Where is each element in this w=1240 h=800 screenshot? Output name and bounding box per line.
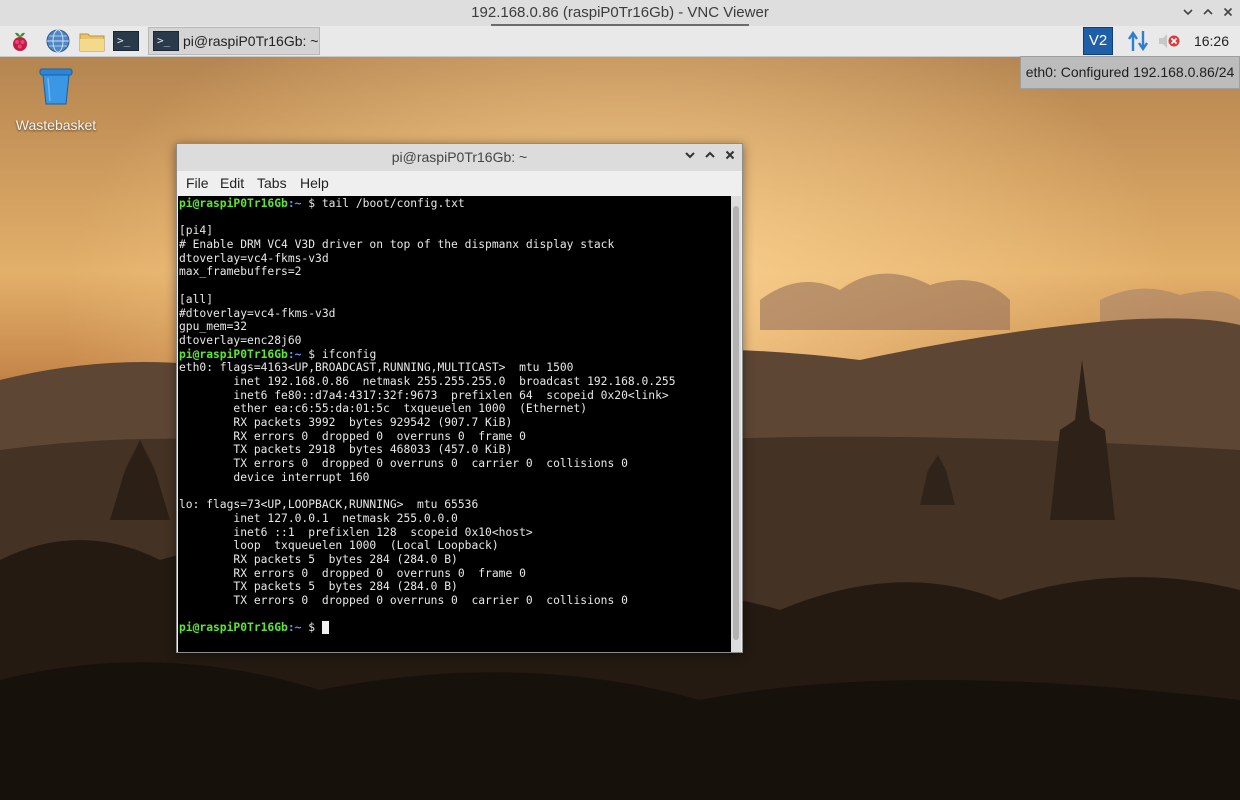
- chevron-down-icon: [1183, 9, 1193, 16]
- terminal-output-line: RX packets 3992 bytes 929542 (907.7 KiB): [179, 416, 513, 429]
- terminal-output-line: loop txqueuelen 1000 (Local Loopback): [179, 539, 499, 553]
- vnc-window-title: 192.168.0.86 (raspiP0Tr16Gb) - VNC Viewe…: [471, 4, 769, 21]
- prompt-user: pi@raspiP0Tr16Gb: [179, 621, 288, 635]
- terminal-maximize-button[interactable]: [701, 148, 719, 166]
- terminal-output-line: eth0: flags=4163<UP,BROADCAST,RUNNING,MU…: [179, 361, 574, 375]
- terminal-scrollbar-thumb[interactable]: [733, 206, 739, 640]
- command-text: tail /boot/config.txt: [321, 197, 465, 210]
- ifconfig-output: eth0: flags=4163<UP,BROADCAST,RUNNING,MU…: [179, 361, 676, 607]
- wastebasket-icon: [39, 68, 73, 105]
- terminal-close-button[interactable]: [721, 148, 739, 166]
- terminal-output-line: gpu_mem=32: [179, 320, 248, 334]
- chevron-down-icon: [685, 152, 695, 159]
- terminal-output-line: # Enable DRM VC4 V3D driver on top of th…: [179, 238, 615, 252]
- speaker-muted-icon: [1159, 34, 1180, 48]
- vnc-close-button[interactable]: [1218, 3, 1238, 23]
- terminal-output-line: device interrupt 160: [179, 470, 370, 484]
- vnc-maximize-button[interactable]: [1198, 3, 1218, 23]
- terminal-icon: >_: [113, 31, 139, 51]
- taskbar: >_ >_ pi@raspiP0Tr16Gb: ~ V2 16:26: [0, 26, 1240, 57]
- taskbar-task-terminal[interactable]: >_ pi@raspiP0Tr16Gb: ~: [148, 27, 320, 55]
- network-tray-button[interactable]: [1124, 28, 1152, 54]
- text-cursor: [321, 621, 329, 635]
- menu-edit[interactable]: Edit: [220, 171, 244, 196]
- terminal-launcher-button[interactable]: >_: [112, 28, 140, 54]
- file-manager-button[interactable]: [78, 28, 106, 54]
- prompt-path: :~: [287, 197, 302, 210]
- prompt-symbol: $: [301, 621, 322, 635]
- bluetooth-tray-button[interactable]: [1156, 28, 1184, 54]
- terminal-output-line: #dtoverlay=vc4-fkms-v3d: [179, 306, 336, 320]
- terminal-output-line: RX errors 0 dropped 0 overruns 0 frame 0: [179, 566, 526, 580]
- terminal-output-line: lo: flags=73<UP,LOOPBACK,RUNNING> mtu 65…: [179, 498, 479, 512]
- terminal-output-line: ether ea:c6:55:da:01:5c txqueuelen 1000 …: [179, 402, 588, 416]
- terminal-output[interactable]: pi@raspiP0Tr16Gb:~ $ tail /boot/config.t…: [178, 196, 731, 652]
- terminal-output-line: TX packets 2918 bytes 468033 (457.0 KiB): [179, 443, 513, 457]
- terminal-line-prompt: pi@raspiP0Tr16Gb:~ $: [179, 621, 329, 635]
- terminal-icon: >_: [153, 31, 179, 51]
- terminal-line-cmd2: pi@raspiP0Tr16Gb:~ $ ifconfig: [179, 348, 376, 361]
- taskbar-task-label: pi@raspiP0Tr16Gb: ~: [183, 33, 319, 49]
- terminal-output-line: dtoverlay=vc4-fkms-v3d: [179, 251, 329, 265]
- terminal-output-line: RX errors 0 dropped 0 overruns 0 frame 0: [179, 429, 526, 443]
- prompt-user: pi@raspiP0Tr16Gb: [179, 197, 288, 210]
- terminal-output-line: max_framebuffers=2: [179, 265, 302, 279]
- terminal-output-line: [all]: [179, 292, 214, 306]
- desktop-icon-wastebasket[interactable]: Wastebasket: [10, 66, 102, 133]
- network-notification[interactable]: eth0: Configured 192.168.0.86/24: [1020, 56, 1240, 89]
- terminal-scrollbar[interactable]: [731, 196, 741, 652]
- terminal-line-cmd1: pi@raspiP0Tr16Gb:~ $ tail /boot/config.t…: [179, 197, 465, 210]
- terminal-output-line: inet 127.0.0.1 netmask 255.0.0.0: [179, 511, 458, 525]
- command-text: ifconfig: [321, 347, 377, 361]
- chevron-up-icon: [705, 151, 715, 158]
- terminal-output-line: inet6 fe80::d7a4:4317:32f:9673 prefixlen…: [179, 388, 669, 402]
- web-browser-button[interactable]: [44, 28, 72, 54]
- terminal-output-line: TX errors 0 dropped 0 overruns 0 carrier…: [179, 593, 628, 607]
- terminal-output-line: inet 192.168.0.86 netmask 255.255.255.0 …: [179, 374, 676, 388]
- folder-icon: [79, 33, 105, 52]
- terminal-menubar: File Edit Tabs Help: [177, 171, 742, 196]
- vnc-tray-label: V2: [1088, 32, 1108, 49]
- network-notification-text: eth0: Configured 192.168.0.86/24: [1025, 64, 1235, 80]
- prompt-symbol: $: [301, 197, 322, 210]
- menu-file[interactable]: File: [186, 171, 209, 196]
- chevron-up-icon: [1203, 8, 1213, 15]
- vnc-server-tray-icon[interactable]: V2: [1083, 27, 1113, 55]
- prompt-symbol: $: [301, 347, 322, 361]
- wastebasket-label: Wastebasket: [15, 117, 97, 133]
- globe-icon: [46, 29, 70, 53]
- clock[interactable]: 16:26: [1194, 26, 1229, 56]
- terminal-output-line: RX packets 5 bytes 284 (284.0 B): [179, 552, 458, 566]
- terminal-output-line: dtoverlay=enc28j60: [179, 333, 302, 347]
- vnc-viewer-titlebar[interactable]: 192.168.0.86 (raspiP0Tr16Gb) - VNC Viewe…: [0, 0, 1240, 27]
- raspberry-menu-icon: [13, 32, 27, 51]
- prompt-path: :~: [287, 621, 302, 635]
- terminal-output-line: TX packets 5 bytes 284 (284.0 B): [179, 580, 458, 594]
- terminal-window-title: pi@raspiP0Tr16Gb: ~: [391, 149, 528, 165]
- prompt-path: :~: [287, 347, 302, 361]
- terminal-output-line: inet6 ::1 prefixlen 128 scopeid 0x10<hos…: [179, 525, 533, 539]
- raspberry-menu-button[interactable]: [6, 28, 34, 54]
- close-icon: [725, 150, 735, 160]
- terminal-output-line: TX errors 0 dropped 0 overruns 0 carrier…: [179, 457, 628, 471]
- vnc-minimize-button[interactable]: [1178, 3, 1198, 23]
- network-transfer-icon: [1128, 30, 1148, 52]
- terminal-minimize-button[interactable]: [681, 148, 699, 166]
- terminal-output-line: [pi4]: [179, 224, 214, 238]
- menu-tabs[interactable]: Tabs: [257, 171, 287, 196]
- config-output: [pi4] # Enable DRM VC4 V3D driver on top…: [179, 224, 614, 347]
- terminal-window[interactable]: pi@raspiP0Tr16Gb: ~ File Edit Tabs Help …: [176, 143, 743, 653]
- menu-help[interactable]: Help: [300, 171, 329, 196]
- terminal-titlebar[interactable]: pi@raspiP0Tr16Gb: ~: [177, 144, 742, 172]
- prompt-user: pi@raspiP0Tr16Gb: [179, 347, 288, 361]
- close-icon: [1223, 7, 1233, 17]
